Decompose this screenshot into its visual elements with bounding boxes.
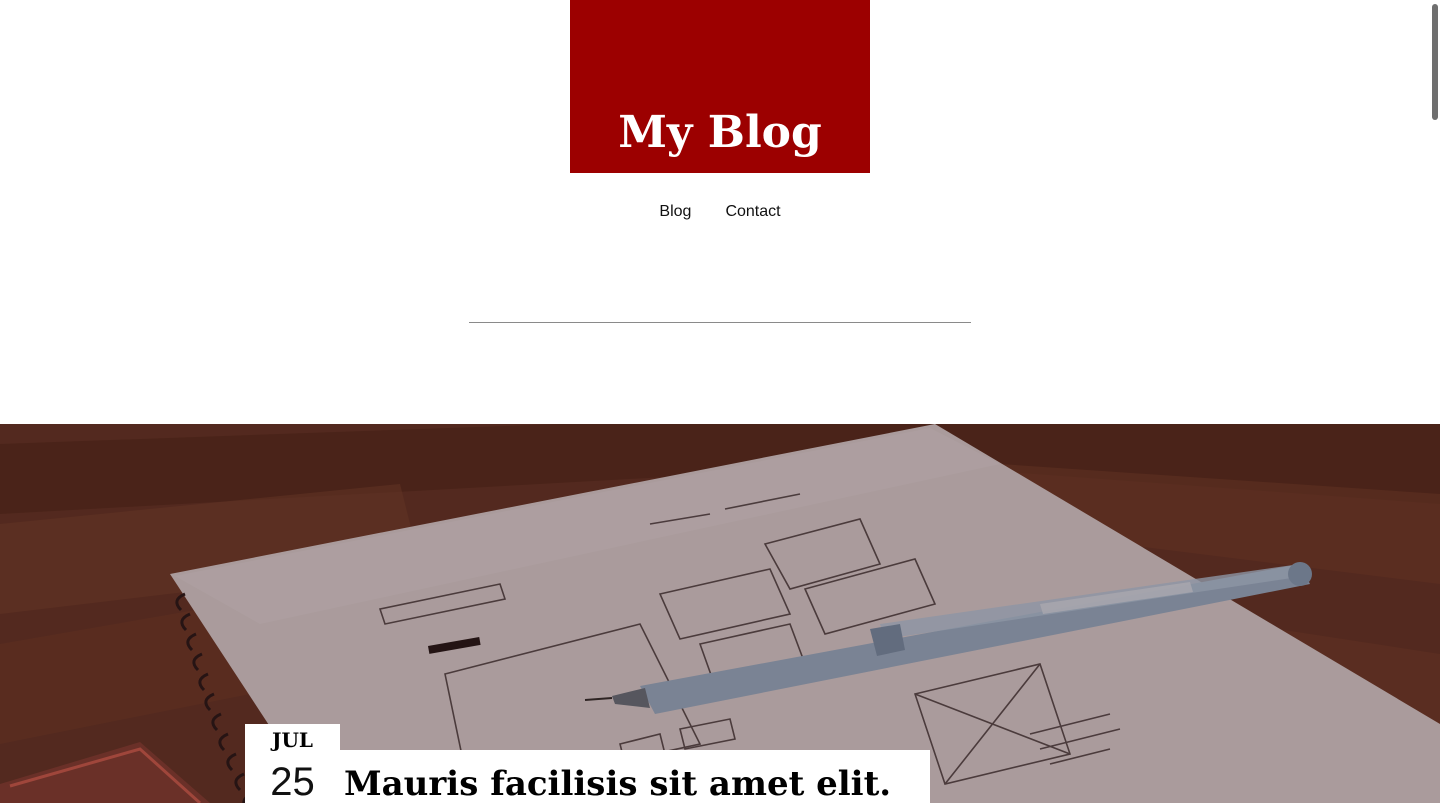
main-nav: Blog Contact	[0, 200, 1440, 224]
nav-link-blog[interactable]: Blog	[659, 200, 691, 224]
post-date-day: 25	[270, 760, 315, 803]
nav-link-contact[interactable]: Contact	[725, 200, 780, 224]
page: My Blog Blog Contact JUL 25 Mauris facil…	[0, 0, 1440, 803]
site-title: My Blog	[618, 107, 822, 158]
featured-post-image[interactable]	[0, 424, 1440, 803]
notebook-sketch-image	[0, 424, 1440, 803]
post-title-link[interactable]: Mauris facilisis sit amet elit.	[344, 762, 891, 803]
post-date-month: JUL	[272, 728, 313, 752]
scrollbar-thumb[interactable]	[1432, 4, 1438, 120]
site-logo[interactable]: My Blog	[570, 0, 870, 173]
header-divider	[469, 322, 971, 323]
